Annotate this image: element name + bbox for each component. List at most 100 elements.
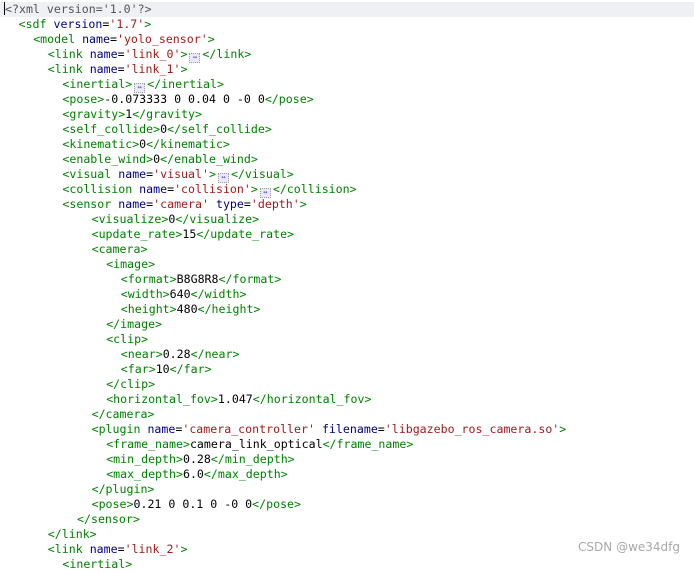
xml-tag: <sdf [18, 17, 54, 31]
xml-attribute-name: version [53, 17, 103, 31]
code-line: <frame_name>camera_link_optical</frame_n… [106, 437, 413, 452]
code-line: </camera> [92, 407, 155, 422]
xml-tag: </max_depth> [203, 467, 288, 481]
xml-tag: <visualize> [91, 212, 169, 226]
code-line: <sdf version='1.7'> [19, 17, 152, 32]
xml-tag: <near> [120, 347, 163, 361]
xml-tag: </horizontal_fov> [252, 392, 372, 406]
code-line: <link name='link_1'> [48, 62, 188, 77]
xml-tag: <plugin [91, 422, 148, 436]
csdn-watermark: CSDN @we34dfg [578, 540, 680, 554]
xml-tag: > [207, 32, 215, 46]
code-line: </sensor> [77, 512, 140, 527]
xml-tag: <model [33, 32, 83, 46]
code-line: <height>480</height> [121, 302, 261, 317]
xml-text-content: 0.21 0 0.1 0 -0 0 [133, 497, 253, 511]
xml-text-content [315, 422, 322, 436]
xml-tag: <pose> [91, 497, 134, 511]
xml-tag: <sensor [62, 197, 119, 211]
code-line: <self_collide>0</self_collide> [62, 122, 271, 137]
xml-tag: </pose> [264, 92, 314, 106]
xml-tag: > [208, 167, 216, 181]
xml-tag: </min_depth> [210, 452, 295, 466]
xml-text-content: = [117, 542, 125, 556]
code-line: <width>640</width> [121, 287, 247, 302]
xml-tag: </gravity> [132, 107, 203, 121]
xml-tag: </collision> [272, 182, 357, 196]
code-line: <visualize>0</visualize> [92, 212, 260, 227]
code-line: <format>B8G8R8</format> [121, 272, 282, 287]
xml-attribute-name: filename [321, 422, 378, 436]
code-line: <image> [106, 257, 155, 272]
xml-text-content: 6.0 [182, 467, 204, 481]
xml-text-content: = [243, 197, 251, 211]
xml-tag: > [180, 47, 188, 61]
xml-attribute-value: 'visual' [153, 167, 209, 181]
xml-text-content: camera_link_optical [189, 437, 323, 451]
code-line: </clip> [106, 377, 155, 392]
xml-attribute-name: name [89, 542, 118, 556]
code-line: <min_depth>0.28</min_depth> [106, 452, 294, 467]
xml-attribute-name: name [147, 422, 176, 436]
xml-tag: > [180, 62, 188, 76]
xml-attribute-name: name [139, 182, 168, 196]
xml-tag: <horizontal_fov> [106, 392, 218, 406]
xml-text-content: 0.28 [162, 347, 191, 361]
xml-tag: </visualize> [175, 212, 260, 226]
xml-attribute-value: 'libgazebo_ros_camera.so' [384, 422, 560, 436]
code-line: <enable_wind>0</enable_wind> [62, 152, 257, 167]
xml-tag: </camera> [91, 407, 155, 421]
xml-tag: </sensor> [77, 512, 140, 526]
xml-attribute-value: 'yolo_sensor' [116, 32, 208, 46]
xml-attribute-name: name [89, 47, 118, 61]
code-line: <collision name='collision'> ↔ </collision… [62, 182, 357, 198]
xml-tag: <link [47, 62, 90, 76]
xml-tag: <update_rate> [91, 227, 183, 241]
xml-tag: <inertial> [62, 77, 133, 91]
xml-source-viewer[interactable]: <?xml version='1.0'?> <sdf version='1.7'>… [0, 0, 694, 571]
code-line: <pose>-0.073333 0 0.04 0 -0 0</pose> [62, 92, 313, 107]
xml-tag: </far> [169, 362, 212, 376]
code-line: </link> [48, 527, 97, 542]
xml-text-content: B8G8R8 [176, 272, 219, 286]
xml-attribute-value: 'link_2' [124, 542, 181, 556]
xml-tag: <clip> [106, 332, 149, 346]
code-line: <horizontal_fov>1.047</horizontal_fov> [106, 392, 371, 407]
xml-tag: <enable_wind> [62, 152, 154, 166]
xml-tag: > [180, 542, 188, 556]
code-line: <kinematic>0</kinematic> [62, 137, 230, 152]
xml-tag: <link [47, 47, 90, 61]
xml-tag: > [559, 422, 567, 436]
code-line: <far>10</far> [121, 362, 212, 377]
collapsed-fold-icon[interactable]: ↔ [189, 53, 201, 63]
xml-tag: <camera> [91, 242, 148, 256]
xml-attribute-name: name [118, 167, 147, 181]
xml-tag: </update_rate> [196, 227, 295, 241]
xml-tag: <kinematic> [62, 137, 140, 151]
code-line: <gravity>1</gravity> [62, 107, 202, 122]
xml-attribute-value: 'link_0' [124, 47, 181, 61]
xml-tag: <far> [120, 362, 156, 376]
code-line: <link name='link_2'> [48, 542, 188, 557]
xml-tag: </near> [190, 347, 240, 361]
xml-tag: <format> [120, 272, 177, 286]
xml-tag: <min_depth> [106, 452, 183, 466]
xml-tag: </clip> [106, 377, 156, 391]
code-line: <max_depth>6.0</max_depth> [106, 467, 288, 482]
xml-tag: <self_collide> [62, 122, 161, 136]
xml-attribute-name: type [215, 197, 244, 211]
code-line: <near>0.28</near> [121, 347, 240, 362]
xml-text-content: 480 [176, 302, 198, 316]
xml-text-content [209, 197, 216, 211]
xml-attribute-value: 'link_1' [124, 62, 181, 76]
xml-attribute-name: name [118, 197, 147, 211]
code-line: <link name='link_0'> ↔ </link> [47, 47, 251, 63]
code-line: <clip> [106, 332, 148, 347]
xml-tag: > [299, 197, 307, 211]
xml-attribute-value: 'camera_controller' [182, 422, 315, 436]
xml-text-content: = [117, 47, 125, 61]
code-line: <pose>0.21 0 0.1 0 -0 0</pose> [92, 497, 301, 512]
xml-tag: </link> [47, 527, 97, 541]
code-line: <camera> [92, 242, 148, 257]
xml-tag: </inertial> [147, 77, 224, 91]
